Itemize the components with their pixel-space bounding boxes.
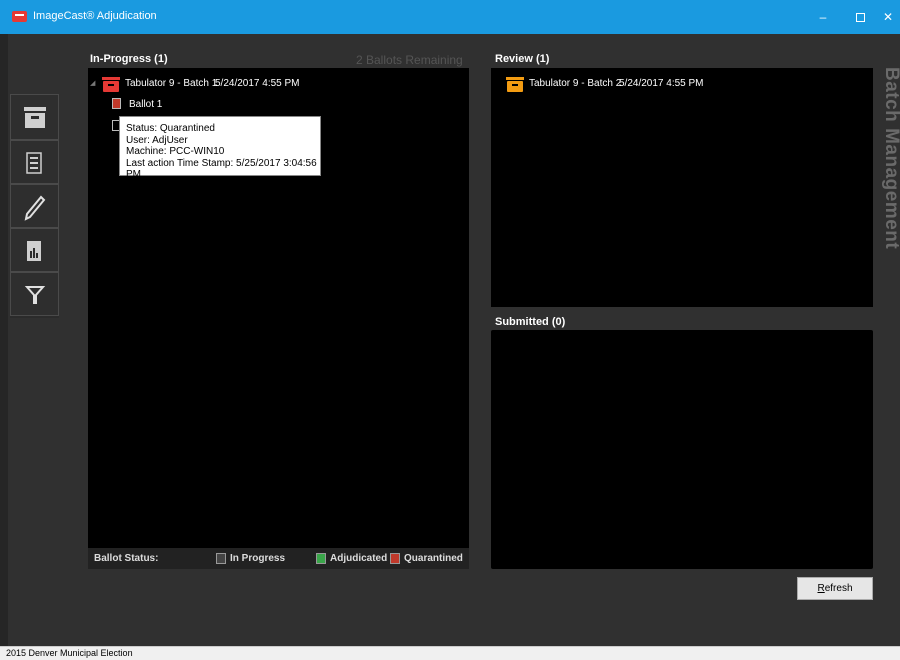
filter-icon [24, 286, 46, 304]
ballot-tooltip: Status: Quarantined User: AdjUser Machin… [119, 116, 321, 180]
in-progress-batch-label[interactable]: Tabulator 9 - Batch 1 [125, 78, 217, 89]
pencil-icon [24, 195, 46, 221]
batch-box-icon [102, 77, 120, 92]
legend-adjudicated: Adjudicated [330, 553, 388, 564]
refresh-label: Refresh [817, 583, 853, 594]
tooltip-status: Status: Quarantined [126, 123, 215, 134]
minimize-button[interactable]: – [808, 0, 838, 34]
side-toolbar [10, 94, 59, 318]
in-progress-batch-timestamp: 5/24/2017 4:55 PM [215, 78, 300, 89]
tree-collapse-icon[interactable]: ◢ [90, 79, 95, 87]
review-batch-label[interactable]: Tabulator 9 - Batch 2 [529, 78, 621, 89]
app-window: ImageCast® Adjudication – ✕ In-Progress … [0, 0, 900, 660]
ballots-remaining: 2 Ballots Remaining [356, 53, 463, 67]
in-progress-title: In-Progress (1) [90, 53, 168, 65]
review-panel[interactable] [491, 68, 873, 307]
app-logo-icon [12, 11, 27, 22]
box-icon [24, 107, 46, 128]
close-button[interactable]: ✕ [876, 0, 900, 34]
status-bar: 2015 Denver Municipal Election [0, 646, 900, 660]
submitted-panel[interactable] [491, 330, 873, 569]
filter-button[interactable] [10, 272, 59, 316]
legend-in-progress: In Progress [230, 553, 286, 564]
legend-label: Ballot Status: [94, 553, 159, 564]
batch-management-button[interactable] [10, 94, 59, 140]
tooltip-user: User: AdjUser [126, 134, 188, 146]
submitted-title: Submitted (0) [495, 316, 566, 328]
maximize-button[interactable] [845, 0, 875, 34]
list-icon [26, 152, 42, 174]
report-icon [27, 241, 41, 261]
ballot-list-button[interactable] [10, 140, 59, 184]
tooltip-machine: Machine: PCC-WIN10 [126, 146, 225, 157]
window-title: ImageCast® Adjudication [33, 10, 157, 22]
review-batch-box-icon [506, 77, 524, 92]
quarantined-swatch [390, 553, 400, 564]
batch-management-heading: Batch Management [881, 67, 900, 250]
ballot-quarantined-icon [112, 98, 121, 109]
ballot-status-legend: Ballot Status: In Progress Adjudicated Q… [88, 548, 469, 569]
title-bar[interactable]: ImageCast® Adjudication – ✕ [0, 0, 900, 34]
ballot-1-label[interactable]: Ballot 1 [129, 99, 162, 110]
adjudicated-swatch [316, 553, 326, 564]
legend-quarantined: Quarantined [404, 553, 463, 564]
review-batch-timestamp: 5/24/2017 4:55 PM [619, 78, 704, 89]
in-progress-swatch [216, 553, 226, 564]
maximize-icon [855, 13, 865, 23]
review-title: Review (1) [495, 53, 550, 65]
adjudicate-button[interactable] [10, 184, 59, 228]
tooltip-last-action: Last action Time Stamp: 5/25/2017 3:04:5… [126, 157, 317, 181]
reports-button[interactable] [10, 228, 59, 272]
refresh-button[interactable]: Refresh [797, 577, 873, 600]
